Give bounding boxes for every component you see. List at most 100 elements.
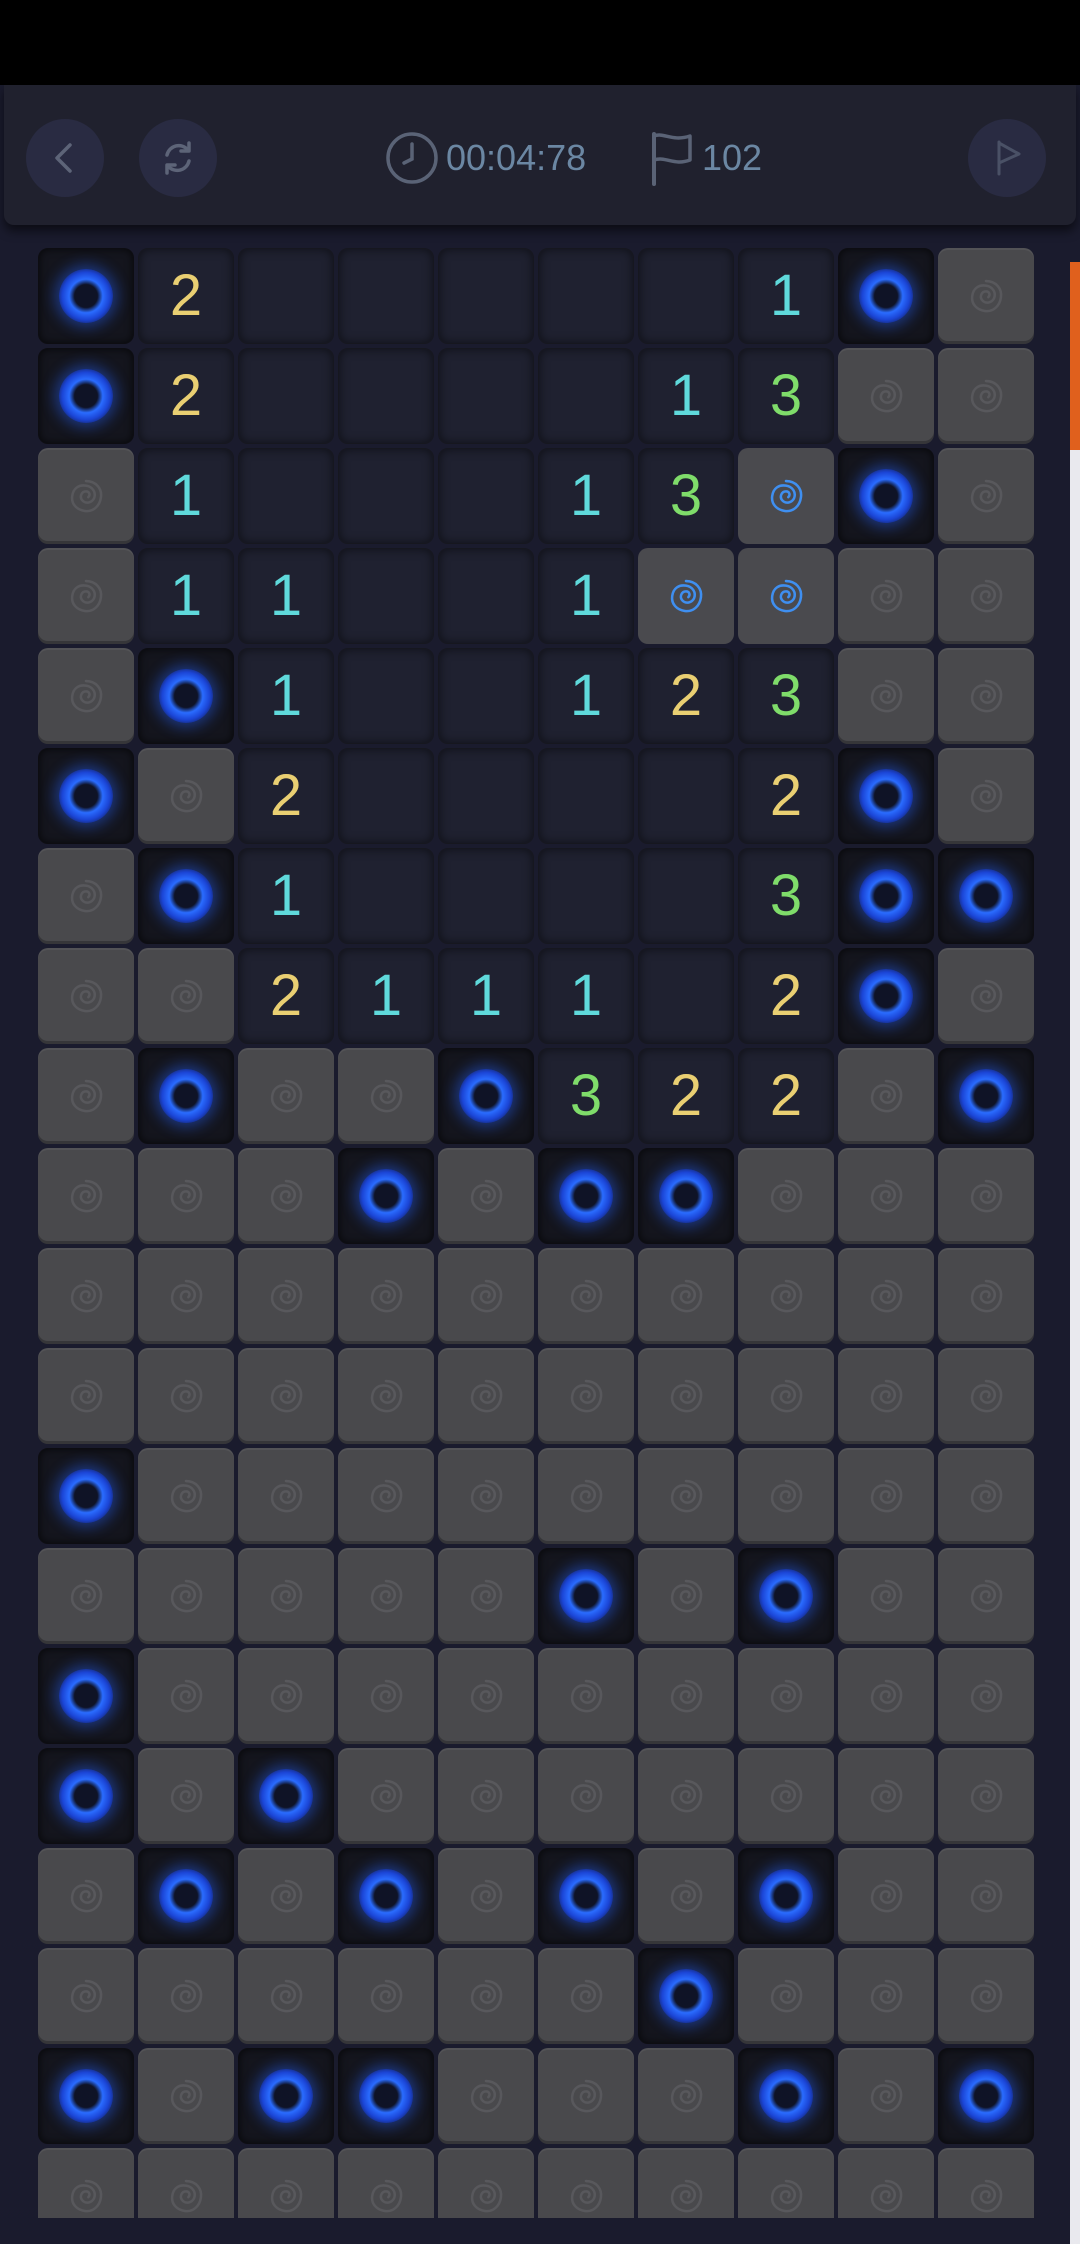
number-cell[interactable]: 3 (738, 348, 834, 444)
hidden-cell[interactable] (238, 1048, 334, 1144)
number-cell[interactable]: 1 (438, 948, 534, 1044)
hidden-cell[interactable] (638, 1448, 734, 1544)
number-cell[interactable]: 1 (638, 348, 734, 444)
hidden-cell[interactable] (938, 248, 1034, 344)
number-cell[interactable]: 3 (738, 848, 834, 944)
hidden-cell[interactable] (138, 1148, 234, 1244)
number-cell[interactable]: 2 (738, 1048, 834, 1144)
hidden-cell[interactable] (138, 1648, 234, 1744)
mine-cell[interactable] (638, 1948, 734, 2044)
hidden-cell[interactable] (438, 1448, 534, 1544)
hidden-cell[interactable] (938, 648, 1034, 744)
empty-cell[interactable] (238, 248, 334, 344)
empty-cell[interactable] (438, 548, 534, 644)
hidden-cell[interactable] (638, 1348, 734, 1444)
hidden-cell[interactable] (838, 1348, 934, 1444)
hidden-cell[interactable] (538, 1248, 634, 1344)
mine-cell[interactable] (938, 1048, 1034, 1144)
mine-cell[interactable] (638, 1148, 734, 1244)
hidden-cell[interactable] (738, 1648, 834, 1744)
hidden-cell[interactable] (238, 1248, 334, 1344)
hidden-cell[interactable] (138, 1448, 234, 1544)
number-cell[interactable]: 2 (238, 948, 334, 1044)
hidden-cell[interactable] (238, 1948, 334, 2044)
flagged-cell[interactable] (638, 548, 734, 644)
mine-cell[interactable] (538, 1148, 634, 1244)
hidden-cell[interactable] (738, 1448, 834, 1544)
hidden-cell[interactable] (338, 1948, 434, 2044)
hidden-cell[interactable] (38, 648, 134, 744)
hidden-cell[interactable] (838, 2048, 934, 2144)
number-cell[interactable]: 3 (738, 648, 834, 744)
hidden-cell[interactable] (438, 2148, 534, 2218)
mine-cell[interactable] (38, 348, 134, 444)
empty-cell[interactable] (338, 548, 434, 644)
restart-button[interactable] (139, 119, 217, 197)
hidden-cell[interactable] (838, 1948, 934, 2044)
hidden-cell[interactable] (138, 1748, 234, 1844)
hidden-cell[interactable] (438, 1748, 534, 1844)
hidden-cell[interactable] (938, 348, 1034, 444)
hidden-cell[interactable] (438, 1948, 534, 2044)
hidden-cell[interactable] (738, 1348, 834, 1444)
hidden-cell[interactable] (438, 1348, 534, 1444)
hidden-cell[interactable] (38, 1948, 134, 2044)
empty-cell[interactable] (638, 248, 734, 344)
hidden-cell[interactable] (238, 1148, 334, 1244)
mine-cell[interactable] (938, 2048, 1034, 2144)
hidden-cell[interactable] (938, 1648, 1034, 1744)
hidden-cell[interactable] (538, 1448, 634, 1544)
hidden-cell[interactable] (38, 1848, 134, 1944)
empty-cell[interactable] (638, 748, 734, 844)
mine-cell[interactable] (438, 1048, 534, 1144)
hidden-cell[interactable] (838, 1248, 934, 1344)
hidden-cell[interactable] (438, 1848, 534, 1944)
number-cell[interactable]: 1 (238, 848, 334, 944)
hidden-cell[interactable] (638, 1548, 734, 1644)
empty-cell[interactable] (438, 348, 534, 444)
scrollbar-thumb[interactable] (1070, 262, 1080, 450)
hidden-cell[interactable] (638, 1248, 734, 1344)
hidden-cell[interactable] (538, 1948, 634, 2044)
hidden-cell[interactable] (538, 1648, 634, 1744)
hidden-cell[interactable] (38, 1548, 134, 1644)
hidden-cell[interactable] (138, 1348, 234, 1444)
hidden-cell[interactable] (838, 548, 934, 644)
hidden-cell[interactable] (838, 348, 934, 444)
empty-cell[interactable] (538, 848, 634, 944)
empty-cell[interactable] (638, 948, 734, 1044)
mine-cell[interactable] (38, 2048, 134, 2144)
hidden-cell[interactable] (438, 1648, 534, 1744)
number-cell[interactable]: 1 (138, 548, 234, 644)
empty-cell[interactable] (338, 848, 434, 944)
mine-cell[interactable] (138, 1048, 234, 1144)
mine-cell[interactable] (938, 848, 1034, 944)
mine-cell[interactable] (38, 248, 134, 344)
number-cell[interactable]: 1 (338, 948, 434, 1044)
mine-cell[interactable] (338, 2048, 434, 2144)
hidden-cell[interactable] (38, 2148, 134, 2218)
empty-cell[interactable] (438, 248, 534, 344)
empty-cell[interactable] (438, 748, 534, 844)
mine-cell[interactable] (838, 748, 934, 844)
flagged-cell[interactable] (738, 548, 834, 644)
hidden-cell[interactable] (838, 1648, 934, 1744)
hidden-cell[interactable] (538, 2048, 634, 2144)
hidden-cell[interactable] (338, 1448, 434, 1544)
mine-cell[interactable] (238, 2048, 334, 2144)
mine-cell[interactable] (238, 1748, 334, 1844)
hidden-cell[interactable] (938, 1948, 1034, 2044)
mine-cell[interactable] (738, 1848, 834, 1944)
hidden-cell[interactable] (138, 2048, 234, 2144)
hidden-cell[interactable] (438, 1248, 534, 1344)
hidden-cell[interactable] (338, 1048, 434, 1144)
hidden-cell[interactable] (338, 1348, 434, 1444)
mine-cell[interactable] (38, 1748, 134, 1844)
hidden-cell[interactable] (38, 1348, 134, 1444)
hidden-cell[interactable] (938, 1248, 1034, 1344)
hidden-cell[interactable] (638, 2048, 734, 2144)
number-cell[interactable]: 1 (538, 948, 634, 1044)
hidden-cell[interactable] (938, 2148, 1034, 2218)
hidden-cell[interactable] (638, 1648, 734, 1744)
empty-cell[interactable] (538, 348, 634, 444)
